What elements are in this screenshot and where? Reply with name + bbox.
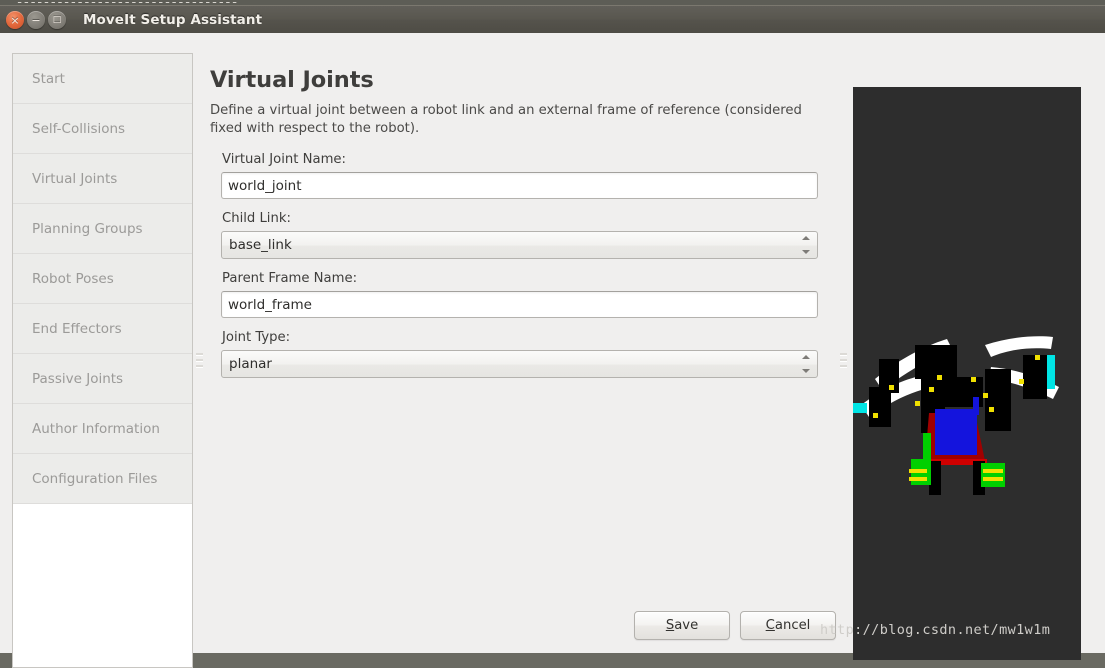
sidebar-item-end-effectors[interactable]: End Effectors [13,304,192,354]
sidebar-splitter-handle[interactable] [194,53,204,668]
sidebar-item-passive-joints[interactable]: Passive Joints [13,354,192,404]
sidebar-item-configuration-files[interactable]: Configuration Files [13,454,192,504]
child-link-label: Child Link: [222,211,291,226]
parent-frame-label: Parent Frame Name: [222,271,358,286]
virtual-joint-form: Virtual Joint Name: Child Link: base_lin… [221,152,818,378]
title-bar[interactable]: × − □ MoveIt Setup Assistant [0,5,1105,33]
joint-type-combobox[interactable]: planar [221,350,818,378]
joint-type-label: Joint Type: [222,330,291,345]
navigation-sidebar: Start Self-Collisions Virtual Joints Pla… [12,53,193,668]
splitter-grip-icon [195,353,203,368]
save-mnemonic: S [665,618,675,633]
minimize-button[interactable]: − [27,11,45,29]
child-link-value: base_link [229,237,292,253]
window-title: MoveIt Setup Assistant [83,12,263,28]
joint-name-label: Virtual Joint Name: [222,152,346,167]
save-label-rest: ave [674,618,699,633]
sidebar-item-self-collisions[interactable]: Self-Collisions [13,104,192,154]
close-icon: × [10,13,20,27]
sidebar-item-author-information[interactable]: Author Information [13,404,192,454]
window-controls: × − □ [6,11,66,29]
parent-frame-input[interactable] [221,291,818,318]
robot-render [853,87,1081,660]
spinner-arrows-icon [801,355,810,373]
sidebar-item-virtual-joints[interactable]: Virtual Joints [13,154,192,204]
close-button[interactable]: × [6,11,24,29]
sidebar-item-start[interactable]: Start [13,54,192,104]
joint-type-value: planar [229,356,272,372]
robot-3d-preview[interactable] [853,87,1081,660]
spinner-arrows-icon [801,236,810,254]
page-title: Virtual Joints [210,67,374,93]
joint-name-input[interactable] [221,172,818,199]
save-button[interactable]: Save [634,611,730,640]
client-area: Start Self-Collisions Virtual Joints Pla… [0,33,1105,668]
sidebar-item-planning-groups[interactable]: Planning Groups [13,204,192,254]
cancel-mnemonic: C [765,618,775,633]
child-link-combobox[interactable]: base_link [221,231,818,259]
page-description: Define a virtual joint between a robot l… [210,103,802,136]
splitter-grip-icon [839,353,847,368]
maximize-button[interactable]: □ [48,11,66,29]
minimize-icon: − [31,13,41,27]
form-actions: Save Cancel [634,611,836,640]
main-panel: Virtual Joints Define a virtual joint be… [206,53,836,668]
app-window: × − □ MoveIt Setup Assistant Start Self-… [0,5,1105,668]
viewport-splitter-handle[interactable] [838,53,848,668]
sidebar-item-robot-poses[interactable]: Robot Poses [13,254,192,304]
cancel-label-rest: ancel [774,618,811,633]
cancel-button[interactable]: Cancel [740,611,836,640]
maximize-icon: □ [52,14,62,25]
